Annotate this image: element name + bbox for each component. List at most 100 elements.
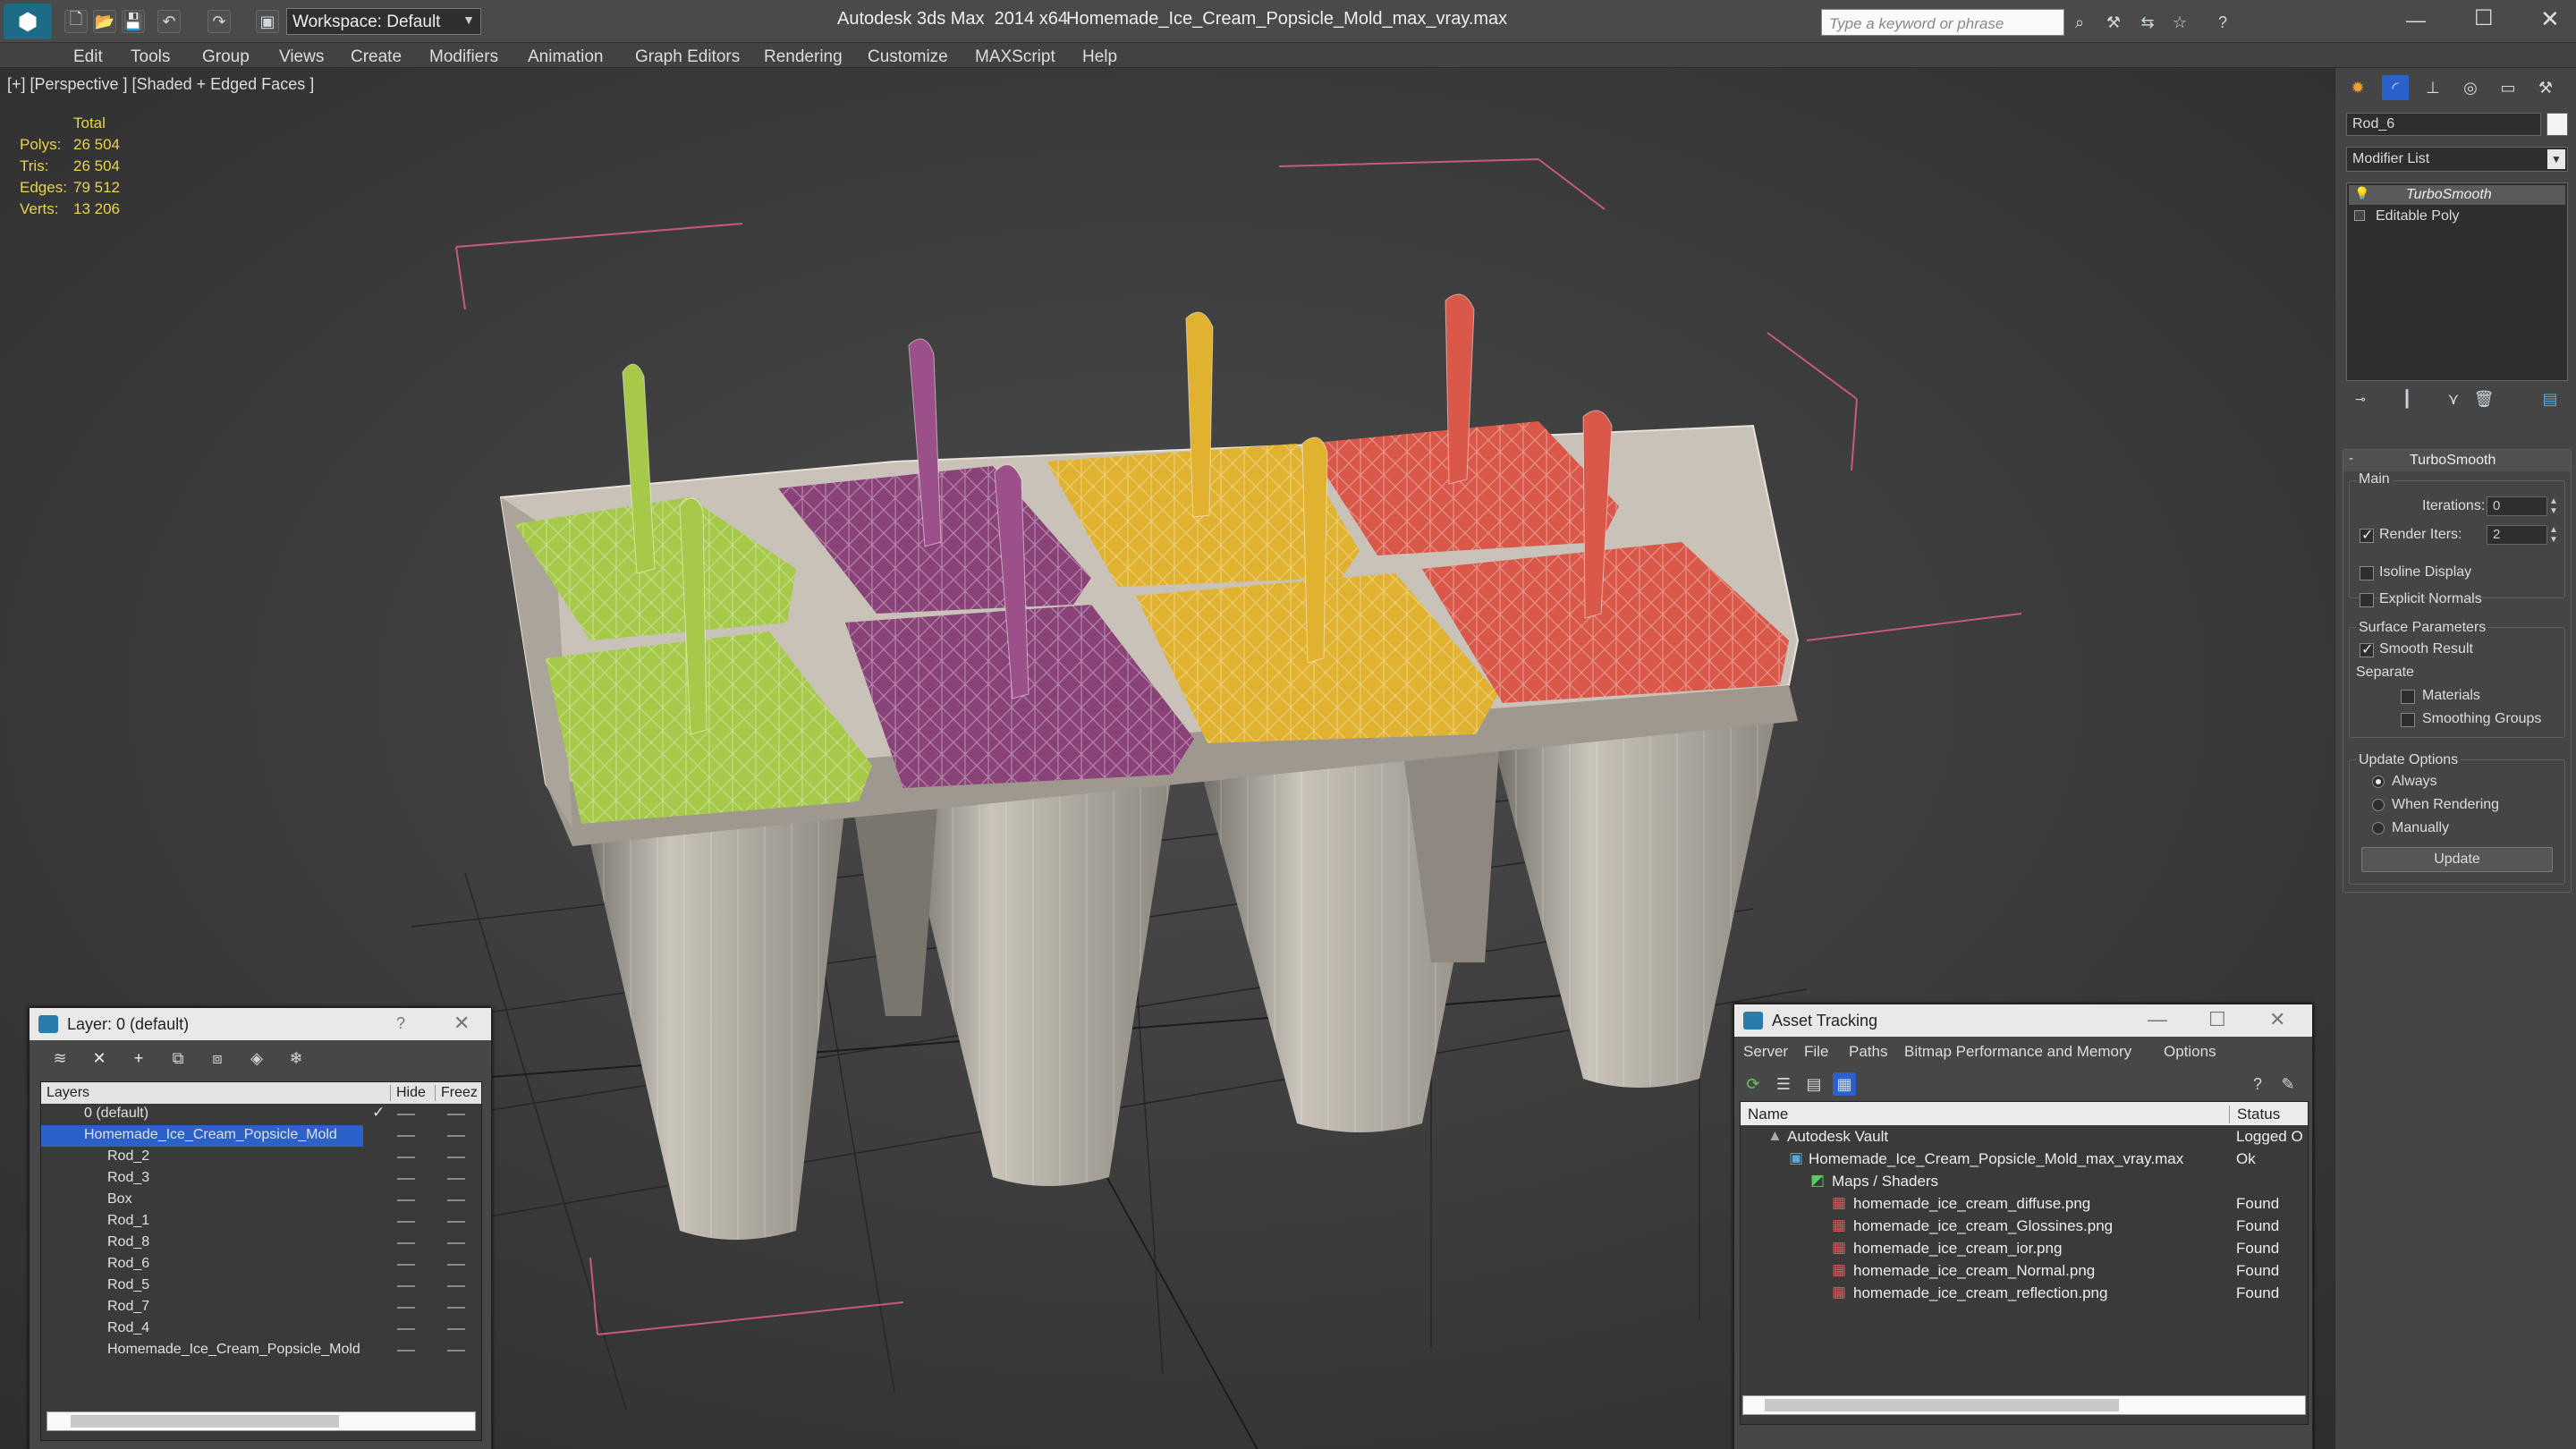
asset-menu-server[interactable]: Server [1743,1043,1788,1061]
new-file-icon[interactable]: 🗋 [64,10,88,33]
explicit-normals-checkbox[interactable] [2360,593,2374,607]
smooth-result-checkbox[interactable] [2360,640,2374,658]
render-iters-spinner[interactable]: 2 [2487,525,2547,545]
highlight-layer-icon[interactable]: ⧈ [205,1046,230,1071]
col-freeze[interactable]: Freez [435,1085,478,1101]
stack-item-turbosmooth[interactable]: 💡 TurboSmooth [2349,185,2565,205]
binoculars-icon[interactable]: ⌕ [2068,11,2091,34]
maximize-button[interactable]: ☐ [2208,1008,2226,1031]
utilities-tab-icon[interactable]: ⚒ [2532,75,2559,100]
asset-menu-file[interactable]: File [1804,1043,1828,1061]
close-button[interactable]: ✕ [2540,5,2560,33]
layer-row-mold[interactable]: Homemade_Ice_Cream_Popsicle_Mold [41,1125,363,1147]
materials-checkbox[interactable] [2401,690,2415,704]
menu-edit[interactable]: Edit [73,43,103,67]
manually-radio[interactable] [2372,822,2385,835]
create-tab-icon[interactable]: ✹ [2344,75,2371,100]
search-input[interactable]: Type a keyword or phrase [1821,9,2064,36]
menu-maxscript[interactable]: MAXScript [975,43,1055,67]
asset-row-maxfile[interactable]: ▣ Homemade_Ice_Cream_Popsicle_Mold_max_vr… [1741,1148,2308,1170]
workspace-dropdown[interactable]: Workspace: Default ▼ [286,8,481,35]
spinner-arrows-icon[interactable]: ▲ ▼ [2549,496,2558,516]
scroll-thumb[interactable] [71,1415,339,1428]
maximize-button[interactable]: ☐ [2474,5,2494,31]
menu-animation[interactable]: Animation [528,43,604,67]
refresh-icon[interactable]: ⟳ [1741,1072,1765,1096]
menu-customize[interactable]: Customize [868,43,948,67]
scroll-thumb[interactable] [1765,1399,2119,1411]
hide-all-icon[interactable]: ◈ [244,1046,269,1071]
save-icon[interactable]: 💾 [122,10,145,33]
asset-row-vault[interactable]: ▲ Autodesk Vault Logged O [1741,1125,2308,1148]
horizontal-scrollbar[interactable] [1742,1395,2306,1415]
motion-tab-icon[interactable]: ◎ [2457,75,2484,100]
display-tab-icon[interactable]: ▭ [2495,75,2521,100]
favorites-star-icon[interactable]: ☆ [2168,11,2191,34]
menu-views[interactable]: Views [279,43,324,67]
hide-freeze-toggles[interactable] [397,1104,478,1361]
menu-help[interactable]: Help [1082,43,1117,67]
spinner-arrows-icon[interactable]: ▲ ▼ [2549,525,2558,545]
col-layers[interactable]: Layers [47,1085,89,1101]
horizontal-scrollbar[interactable] [47,1411,476,1431]
freeze-all-icon[interactable]: ❄ [284,1046,309,1071]
project-folder-icon[interactable]: ▣ [256,10,279,33]
update-button[interactable]: Update [2361,847,2553,872]
asset-menu-paths[interactable]: Paths [1849,1043,1887,1061]
redo-icon[interactable]: ↷ [208,10,231,33]
expand-icon[interactable] [2354,210,2365,221]
menu-group[interactable]: Group [202,43,250,67]
asset-menu-bitmap[interactable]: Bitmap Performance and Memory [1904,1043,2131,1061]
app-logo-icon[interactable]: ⬢ [4,4,52,39]
table-view-icon[interactable]: ▦ [1833,1072,1856,1096]
exchange-icon[interactable]: ⇆ [2136,11,2159,34]
menu-create[interactable]: Create [351,43,402,67]
undo-icon[interactable]: ↶ [157,10,181,33]
asset-row-bitmap[interactable]: ▦ homemade_ice_cream_Glossines.png Found [1741,1215,2308,1237]
col-name[interactable]: Name [1748,1106,1788,1123]
lightbulb-icon[interactable]: 💡 [2354,186,2369,201]
viewport-label[interactable]: [+] [Perspective ] [Shaded + Edged Faces… [7,75,314,94]
help-icon[interactable]: ? [2246,1072,2269,1096]
help-button[interactable]: ? [396,1014,405,1033]
close-button[interactable]: ✕ [453,1012,470,1035]
asset-row-bitmap[interactable]: ▦ homemade_ice_cream_Normal.png Found [1741,1259,2308,1282]
close-button[interactable]: ✕ [2269,1008,2285,1031]
asset-row-maps[interactable]: ◩ Maps / Shaders [1741,1170,2308,1192]
asset-row-bitmap[interactable]: ▦ homemade_ice_cream_reflection.png Found [1741,1282,2308,1304]
object-name-field[interactable]: Rod_6 [2346,113,2541,136]
show-end-result-icon[interactable]: ┃ [2396,388,2418,410]
help-icon[interactable]: ? [2209,11,2236,34]
when-rendering-radio[interactable] [2372,799,2385,811]
hierarchy-tab-icon[interactable]: ⊥ [2419,75,2446,100]
remove-modifier-icon[interactable]: 🗑 [2473,388,2495,410]
open-file-icon[interactable]: 📂 [93,10,116,33]
rollout-header[interactable]: - TurboSmooth [2343,450,2571,471]
delete-layer-icon[interactable]: ✕ [87,1046,112,1071]
asset-menu-options[interactable]: Options [2164,1043,2216,1061]
create-layer-icon[interactable]: ≋ [47,1046,72,1071]
col-status[interactable]: Status [2229,1106,2280,1123]
menu-tools[interactable]: Tools [131,43,170,67]
always-radio[interactable] [2372,775,2385,788]
menu-modifiers[interactable]: Modifiers [429,43,498,67]
iterations-spinner[interactable]: 0 [2487,496,2547,516]
modifier-list-dropdown[interactable]: Modifier List ▼ [2346,147,2568,172]
configure-sets-icon[interactable]: ▤ [2538,388,2563,410]
highlight-icon[interactable]: ✎ [2276,1072,2300,1096]
list-view-icon[interactable]: ☰ [1772,1072,1795,1096]
make-unique-icon[interactable]: ⋎ [2443,388,2464,410]
stack-item-editable-poly[interactable]: Editable Poly [2349,207,2565,226]
minimize-button[interactable]: — [2406,9,2426,32]
menu-rendering[interactable]: Rendering [764,43,843,67]
select-in-layer-icon[interactable]: ⧉ [165,1046,191,1071]
communication-center-icon[interactable]: ⚒ [2102,11,2125,34]
asset-row-bitmap[interactable]: ▦ homemade_ice_cream_diffuse.png Found [1741,1192,2308,1215]
asset-window-titlebar[interactable]: Asset Tracking — ☐ ✕ [1734,1004,2312,1037]
detail-view-icon[interactable]: ▤ [1802,1072,1826,1096]
minimize-button[interactable]: — [2148,1008,2167,1031]
render-iters-checkbox[interactable] [2360,526,2374,544]
modify-tab-icon[interactable]: ◜ [2382,75,2409,100]
menu-graph-editors[interactable]: Graph Editors [635,43,740,67]
isoline-display-checkbox[interactable] [2360,566,2374,580]
